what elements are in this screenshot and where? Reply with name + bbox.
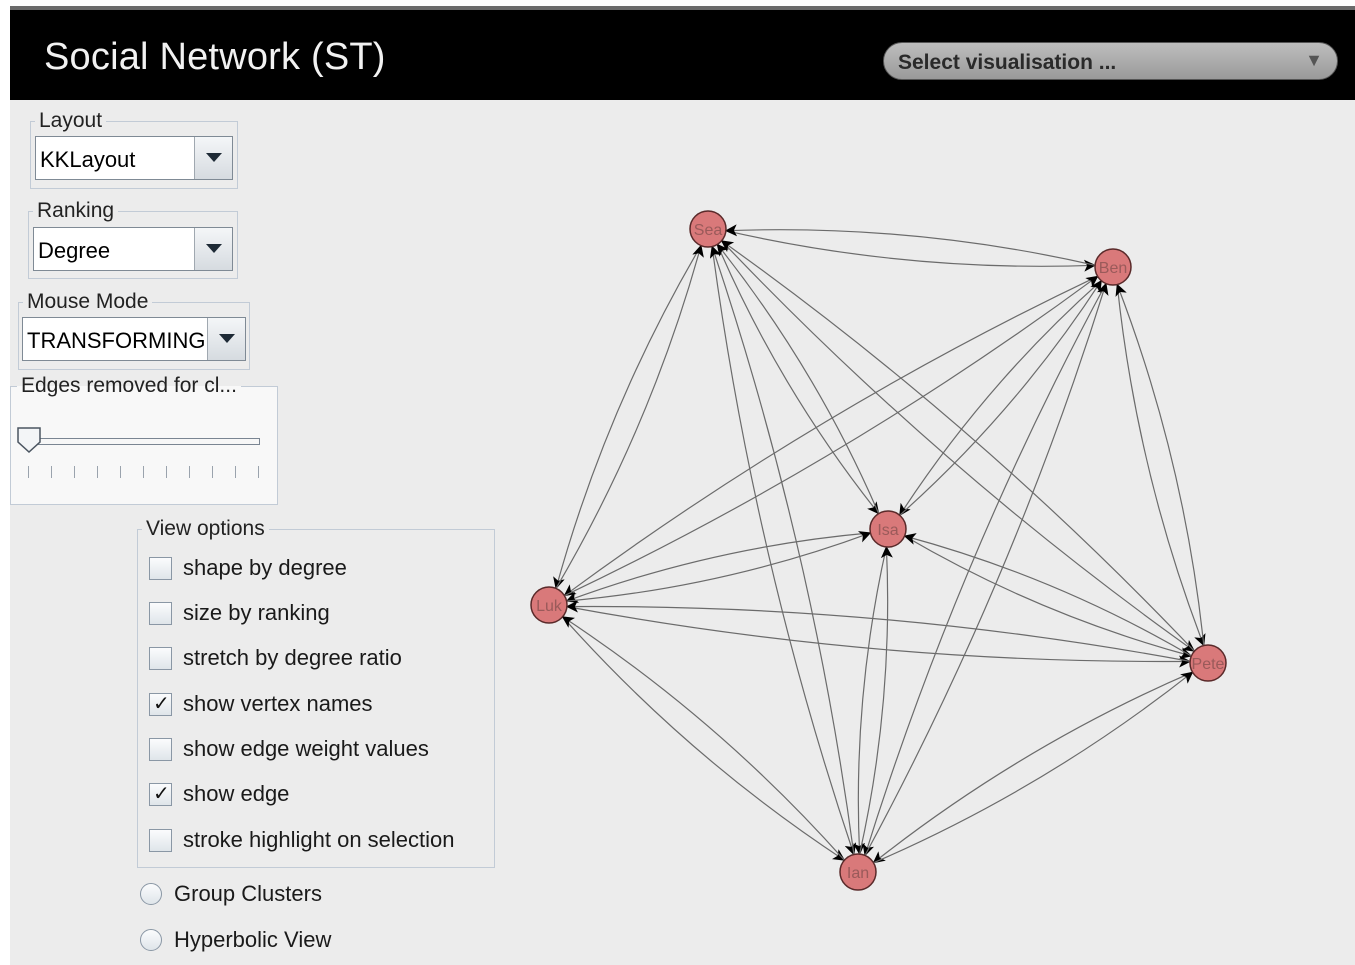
graph-edge[interactable] (561, 616, 845, 861)
graph-edge[interactable] (555, 244, 704, 589)
graph-edge[interactable] (859, 545, 893, 855)
graph-edge[interactable] (711, 246, 857, 856)
graph-edge[interactable] (899, 279, 1102, 516)
graph-edge[interactable] (565, 600, 1191, 662)
graph-edge[interactable] (853, 546, 887, 856)
graph-edge[interactable] (1115, 283, 1205, 646)
graph-edge[interactable] (553, 245, 702, 590)
graph-vertices: Sea Ben Isa Luk Pete Ian (530, 210, 1227, 891)
graph-edge[interactable] (1116, 284, 1206, 647)
graph-edge[interactable] (899, 280, 1102, 517)
vertex-label: Pete (1192, 656, 1225, 673)
graph-edge[interactable] (563, 275, 1098, 597)
graph-edge[interactable] (564, 275, 1099, 597)
app-window: Social Network (ST) Select visualisation… (10, 6, 1355, 965)
graph-edge[interactable] (562, 616, 846, 861)
vertex-label: Ben (1099, 260, 1127, 277)
graph-edge[interactable] (709, 245, 855, 855)
graph-canvas[interactable]: Sea Ben Isa Luk Pete Ian (10, 6, 1355, 965)
graph-edge[interactable] (566, 531, 872, 602)
vertex-label: Isa (877, 522, 898, 539)
graph-edge[interactable] (565, 532, 871, 603)
graph-edge[interactable] (873, 671, 1194, 864)
graph-edges (553, 224, 1206, 864)
vertex-label: Luk (536, 598, 563, 615)
graph-edge[interactable] (864, 282, 1109, 856)
vertex-label: Sea (694, 222, 723, 239)
graph-edge[interactable] (566, 606, 1192, 668)
vertex-label: Ian (847, 865, 869, 882)
graph-edge[interactable] (872, 671, 1193, 864)
graph-edge[interactable] (862, 283, 1107, 857)
